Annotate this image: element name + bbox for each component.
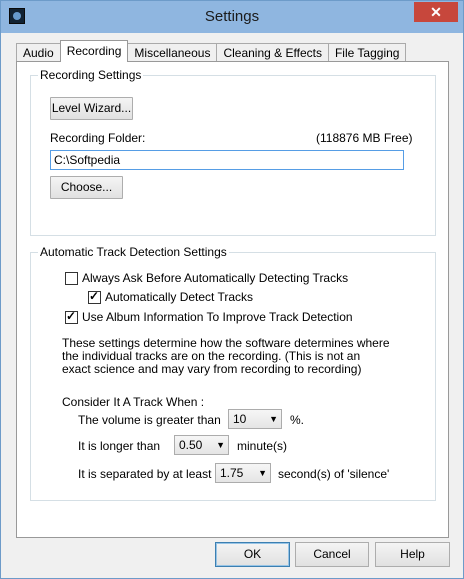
auto-detect-label: Automatically Detect Tracks	[105, 290, 254, 304]
title-bar[interactable]: Settings ✕	[1, 1, 463, 33]
longer-select[interactable]: 0.50 ▼	[174, 435, 229, 455]
tab-file-tagging[interactable]: File Tagging	[327, 43, 407, 62]
cancel-button[interactable]: Cancel	[295, 542, 369, 567]
always-ask-row[interactable]: Always Ask Before Automatically Detectin…	[65, 271, 348, 285]
tab-strip: Audio Recording Miscellaneous Cleaning &…	[16, 40, 407, 62]
separated-select[interactable]: 1.75 ▼	[215, 463, 271, 483]
chevron-down-icon: ▼	[216, 440, 225, 450]
consider-label: Consider It A Track When :	[62, 395, 205, 409]
close-button[interactable]: ✕	[414, 2, 458, 22]
always-ask-label: Always Ask Before Automatically Detectin…	[82, 271, 349, 285]
track-detection-group: Automatic Track Detection Settings Alway…	[30, 245, 436, 501]
longer-value: 0.50	[179, 438, 203, 452]
recording-folder-label: Recording Folder:	[50, 131, 146, 145]
track-detection-title: Automatic Track Detection Settings	[38, 245, 229, 259]
auto-detect-row[interactable]: Automatically Detect Tracks	[88, 289, 254, 304]
use-album-checkbox[interactable]	[65, 309, 78, 324]
separated-label: It is separated by at least	[78, 467, 212, 481]
recording-settings-title: Recording Settings	[38, 68, 144, 82]
help-button[interactable]: Help	[375, 542, 450, 567]
choose-folder-button[interactable]: Choose...	[50, 176, 123, 199]
use-album-row[interactable]: Use Album Information To Improve Track D…	[65, 309, 353, 324]
longer-unit: minute(s)	[237, 439, 288, 453]
window-title: Settings	[204, 8, 260, 25]
tab-cleaning-effects[interactable]: Cleaning & Effects	[216, 43, 329, 62]
recording-settings-group: Recording Settings Level Wizard... Recor…	[30, 68, 436, 236]
tab-miscellaneous[interactable]: Miscellaneous	[127, 43, 218, 62]
dialog-client: Audio Recording Miscellaneous Cleaning &…	[7, 33, 457, 573]
auto-detect-checkbox[interactable]	[88, 289, 101, 304]
longer-label: It is longer than	[78, 439, 161, 453]
separated-value: 1.75	[220, 466, 244, 480]
free-space-label: (118876 MB Free)	[316, 131, 413, 145]
volume-value: 10	[233, 412, 247, 426]
volume-unit: %.	[290, 413, 305, 427]
recording-folder-input[interactable]: C:\Softpedia	[50, 150, 404, 170]
volume-label: The volume is greater than	[78, 413, 221, 427]
use-album-label: Use Album Information To Improve Track D…	[82, 310, 353, 324]
recording-tab-panel: Recording Settings Level Wizard... Recor…	[16, 61, 449, 538]
volume-select[interactable]: 10 ▼	[228, 409, 282, 429]
chevron-down-icon: ▼	[269, 414, 278, 424]
level-wizard-button[interactable]: Level Wizard...	[50, 97, 133, 120]
tab-recording[interactable]: Recording	[59, 40, 129, 62]
detection-description: These settings determine how the softwar…	[62, 336, 390, 376]
settings-window: Settings ✕ Audio Recording Miscellaneous…	[0, 0, 464, 579]
chevron-down-icon: ▼	[258, 468, 267, 478]
always-ask-checkbox[interactable]	[65, 271, 78, 285]
separated-unit: second(s) of 'silence'	[278, 467, 390, 481]
ok-button[interactable]: OK	[215, 542, 290, 567]
tab-audio[interactable]: Audio	[16, 43, 61, 62]
